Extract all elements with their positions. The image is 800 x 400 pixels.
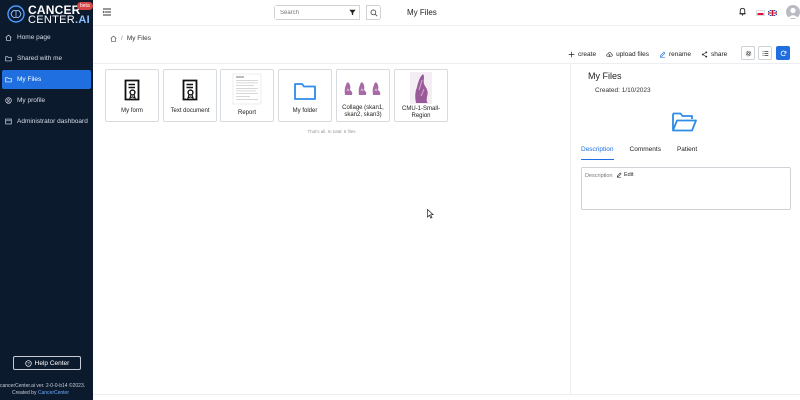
home-icon[interactable] bbox=[110, 35, 117, 42]
file-tile-my-folder[interactable]: My folder bbox=[278, 69, 332, 122]
form-icon bbox=[124, 79, 140, 101]
refresh-icon bbox=[780, 50, 787, 57]
file-grid: My form Text document Report My folder C… bbox=[93, 63, 571, 395]
version-text: cancerCenter.ai ver. 2-0-0-b14 ©2023. bbox=[0, 383, 86, 389]
search-input[interactable] bbox=[275, 6, 345, 19]
details-panel: My Files Created: 1/10/2023 Description … bbox=[571, 63, 800, 395]
details-created-date: Created: 1/10/2023 bbox=[595, 87, 651, 94]
list-icon bbox=[762, 50, 769, 57]
cloud-upload-icon bbox=[606, 51, 613, 57]
plus-icon bbox=[568, 51, 575, 57]
file-toolbar: create upload files rename share bbox=[568, 47, 737, 61]
gear-icon bbox=[745, 50, 752, 57]
logo-text-bottom: CENTER.AI bbox=[28, 14, 90, 26]
help-center-button[interactable]: ? Help Center bbox=[13, 356, 81, 370]
upload-files-button[interactable]: upload files bbox=[606, 51, 649, 58]
bell-icon[interactable] bbox=[738, 7, 747, 16]
app-logo[interactable]: CANCER CENTER.AI beta bbox=[6, 2, 93, 26]
file-tile-label: Report bbox=[237, 110, 256, 116]
report-thumbnail bbox=[232, 73, 262, 105]
sidebar-item-my-files[interactable]: My Files bbox=[2, 70, 91, 89]
file-tile-text-document[interactable]: Text document bbox=[163, 69, 217, 122]
file-tile-label: Text document bbox=[170, 108, 210, 114]
breadcrumb: / My Files bbox=[110, 35, 151, 42]
created-by-link[interactable]: CancerCenter bbox=[38, 390, 69, 396]
help-icon: ? bbox=[25, 359, 32, 367]
file-tile-label: Collage (skan1, skan2, skan3) bbox=[342, 105, 384, 118]
file-tile-my-form[interactable]: My form bbox=[105, 69, 159, 122]
dashboard-icon bbox=[5, 118, 12, 125]
breadcrumb-current[interactable]: My Files bbox=[127, 35, 151, 42]
folder-icon bbox=[5, 77, 12, 83]
user-avatar-icon bbox=[788, 7, 798, 18]
file-tile-cmu-1-small-region[interactable]: CMU-1-Small-Region bbox=[394, 69, 448, 122]
description-label: Description bbox=[585, 173, 613, 179]
sidebar-item-label: My Files bbox=[17, 76, 42, 83]
search-button[interactable] bbox=[366, 5, 381, 20]
sidebar-item-label: Home page bbox=[17, 34, 51, 41]
filter-icon[interactable] bbox=[349, 9, 356, 16]
menu-toggle-icon[interactable] bbox=[102, 7, 112, 17]
sidebar-item-label: Shared with me bbox=[17, 55, 63, 62]
details-title: My Files bbox=[588, 71, 622, 81]
avatar[interactable] bbox=[786, 5, 800, 19]
top-bar: My Files bbox=[93, 0, 800, 26]
folder-icon bbox=[5, 56, 12, 62]
settings-button[interactable] bbox=[741, 46, 755, 60]
sidebar-item-my-profile[interactable]: My profile bbox=[2, 91, 91, 110]
rename-button[interactable]: rename bbox=[659, 51, 691, 58]
file-tile-collage[interactable]: Collage (skan1, skan2, skan3) bbox=[336, 69, 390, 122]
create-button[interactable]: create bbox=[568, 51, 596, 58]
sidebar-item-admin-dashboard[interactable]: Administrator dashboard bbox=[2, 112, 91, 131]
open-folder-icon bbox=[672, 112, 697, 132]
pencil-icon bbox=[659, 51, 666, 58]
pencil-icon bbox=[616, 172, 622, 178]
help-center-label: Help Center bbox=[34, 359, 70, 367]
file-tile-label: My folder bbox=[292, 108, 318, 114]
share-button[interactable]: share bbox=[701, 51, 727, 58]
home-icon bbox=[5, 34, 12, 41]
sidebar: CANCER CENTER.AI beta Home page Shared w… bbox=[0, 0, 93, 400]
breadcrumb-separator: / bbox=[121, 35, 123, 42]
user-icon bbox=[5, 97, 12, 104]
file-tile-label: CMU-1-Small-Region bbox=[402, 106, 440, 119]
sidebar-item-label: My profile bbox=[17, 97, 46, 104]
collage-thumbnail bbox=[344, 82, 381, 95]
description-box: Description Edit bbox=[581, 167, 791, 210]
edit-description-button[interactable]: Edit bbox=[616, 172, 633, 178]
sidebar-item-label: Administrator dashboard bbox=[17, 118, 88, 125]
details-tabs: Description Comments Patient bbox=[581, 146, 713, 160]
search-box bbox=[274, 5, 360, 20]
created-by: Created by CancerCenter bbox=[12, 390, 69, 396]
files-total-hint: That's all. In total: 6 files bbox=[307, 129, 356, 134]
sidebar-nav: Home page Shared with me My Files My pro… bbox=[0, 27, 93, 133]
list-view-button[interactable] bbox=[758, 46, 772, 60]
mouse-cursor-icon bbox=[427, 209, 434, 219]
tab-comments[interactable]: Comments bbox=[630, 146, 661, 160]
divider bbox=[93, 394, 800, 395]
refresh-button[interactable] bbox=[776, 46, 790, 60]
document-icon bbox=[182, 79, 198, 101]
beta-badge: beta bbox=[77, 2, 93, 10]
sidebar-item-home[interactable]: Home page bbox=[2, 28, 91, 47]
tab-patient[interactable]: Patient bbox=[677, 146, 697, 160]
page-title: My Files bbox=[407, 8, 437, 17]
search-icon bbox=[370, 9, 378, 17]
folder-icon bbox=[294, 83, 316, 100]
english-flag-icon[interactable] bbox=[768, 10, 777, 16]
polish-flag-icon[interactable] bbox=[756, 10, 765, 16]
file-tile-report[interactable]: Report bbox=[220, 69, 274, 122]
slide-thumbnail bbox=[410, 72, 432, 104]
file-tile-label: My form bbox=[121, 108, 143, 114]
tab-description[interactable]: Description bbox=[581, 146, 614, 160]
svg-text:?: ? bbox=[27, 361, 30, 366]
sidebar-item-shared[interactable]: Shared with me bbox=[2, 49, 91, 68]
share-icon bbox=[701, 50, 708, 58]
brain-logo-icon bbox=[7, 5, 25, 23]
